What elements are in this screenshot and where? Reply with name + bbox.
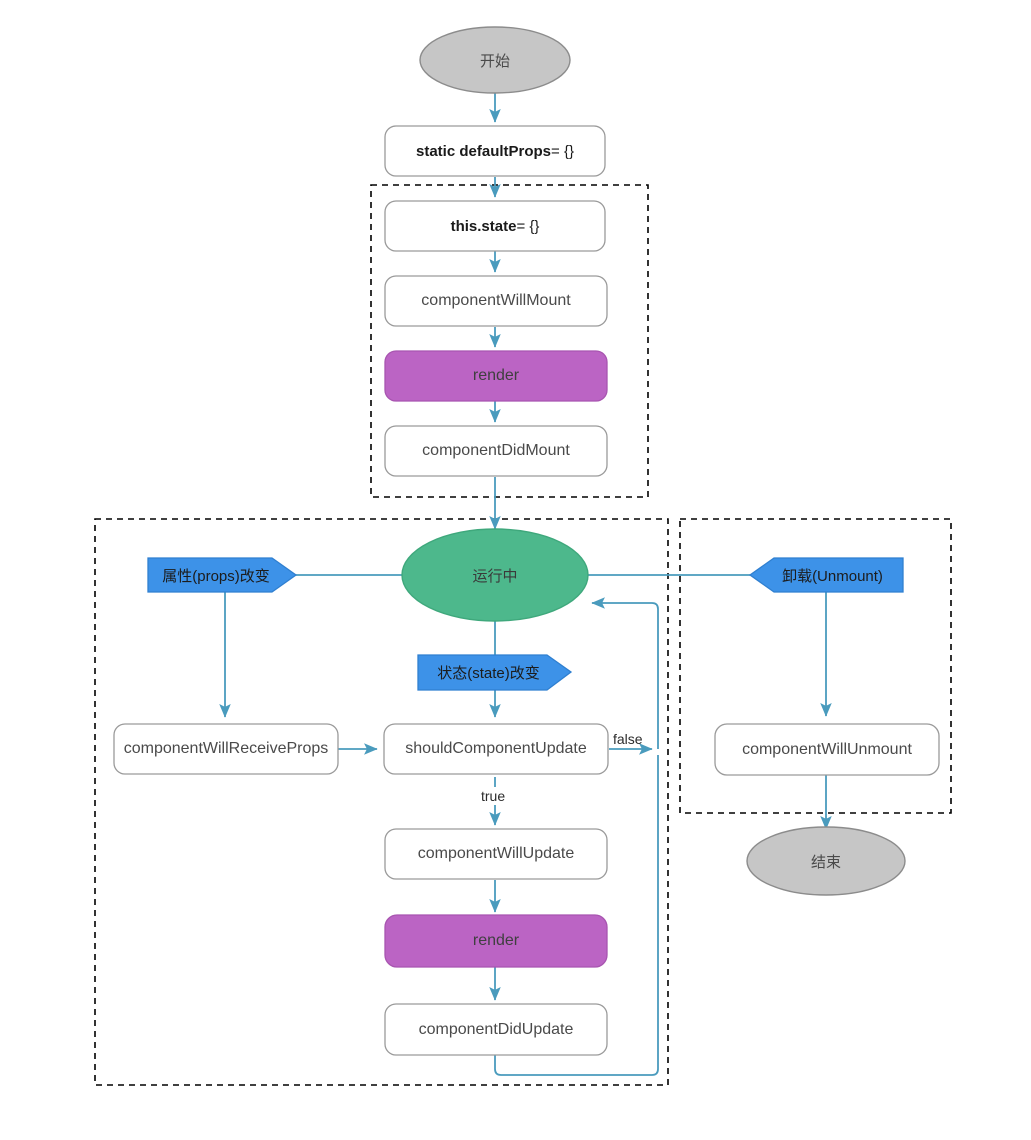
node-shouldcomponentupdate — [383, 723, 609, 775]
node-props-change-banner — [147, 557, 298, 593]
diagram-canvas — [94, 26, 952, 1086]
node-state-change-banner — [417, 654, 573, 691]
node-this-state — [384, 200, 606, 252]
node-static-defaultprops — [384, 125, 606, 177]
group-update-phase-box — [94, 518, 669, 1086]
react-lifecycle-diagram: 开始 static defaultProps = {} this.state =… — [0, 0, 1031, 1140]
node-running-state — [401, 528, 589, 622]
node-render-update — [384, 914, 608, 968]
node-componentwillreceiveprops — [113, 723, 339, 775]
node-render-mount — [384, 350, 608, 402]
node-unmount-banner — [748, 557, 904, 593]
node-componentwillmount — [384, 275, 608, 327]
node-start — [419, 26, 571, 94]
node-componentwillupdate — [384, 828, 608, 880]
node-end — [746, 826, 906, 896]
node-componentdidupdate — [384, 1003, 608, 1056]
node-componentwillunmount — [714, 723, 940, 776]
node-componentdidmount — [384, 425, 608, 477]
